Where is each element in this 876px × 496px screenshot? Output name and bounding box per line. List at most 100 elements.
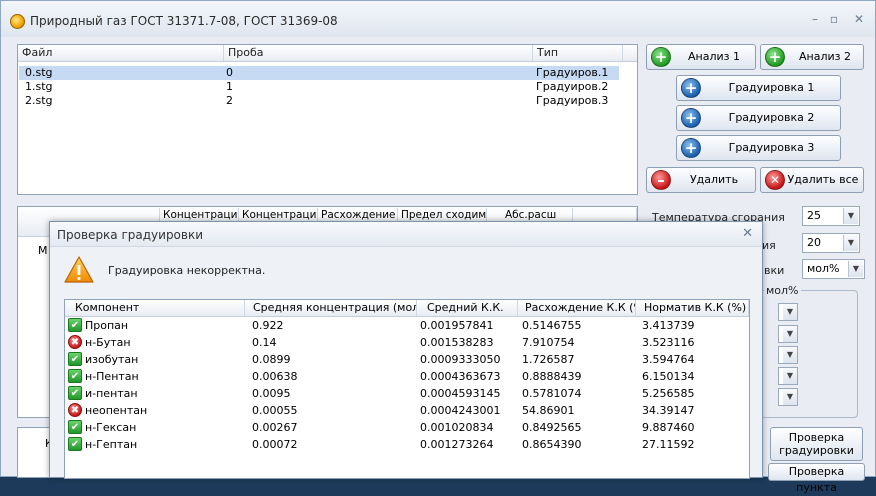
column-header-kk-norm[interactable]: Норматив К.К (%) [636,300,749,316]
delete-all-icon: ✕ [765,170,785,190]
table-row[interactable]: ✖ неопентан 0.00055 0.0004243001 54.86901 34.… [65,402,749,419]
row-fragment: М [38,244,48,257]
cell-diff: 0.8888439 [522,370,582,383]
check-icon: ✔ [68,386,82,400]
cell-conc: 0.00055 [252,404,298,417]
check-calibration-label: Проверка градуировки [779,431,854,457]
dialog-title: Проверка градуировки [57,228,204,242]
file-type: Градуиров.2 [536,80,609,93]
error-icon: ✖ [68,403,82,417]
component-select[interactable]: ▼ [778,346,798,364]
chevron-down-icon[interactable]: ▼ [783,347,797,363]
file-list-header: Файл Проба Тип [18,45,637,62]
composition-group-label: мол% [764,284,801,297]
cell-conc: 0.00638 [252,370,298,383]
plus-icon: + [651,47,671,67]
list-item[interactable]: 1.stg 1 Градуиров.2 [19,80,619,94]
column-header-avg-kk[interactable]: Средний К.К. [417,300,518,316]
table-row[interactable]: ✔ Пропан 0.922 0.001957841 0.5146755 3.413739 [65,317,749,334]
cell-diff: 0.5146755 [522,319,582,332]
chevron-down-icon[interactable]: ▼ [843,208,858,224]
cell-norm: 3.594764 [642,353,695,366]
units-label: вки [764,264,785,277]
title-bar: Природный газ ГОСТ 31371.7-08, ГОСТ 3136… [1,1,875,37]
check-icon: ✔ [68,352,82,366]
check-point-label: Проверка пункта [788,465,845,494]
main-window: Природный газ ГОСТ 31371.7-08, ГОСТ 3136… [0,0,876,494]
chevron-down-icon[interactable]: ▼ [783,304,797,320]
cell-name: и-пентан [85,387,138,400]
sample-number: 0 [226,66,233,79]
combustion-temp-select[interactable]: 25 ▼ [802,206,860,226]
component-select[interactable]: ▼ [778,367,798,385]
analysis-2-label: Анализ 2 [799,50,851,63]
component-select[interactable]: ▼ [778,303,798,321]
column-header-component[interactable]: Компонент [65,300,245,316]
cell-kk: 0.001273264 [420,438,494,451]
column-header [18,208,160,222]
table-row[interactable]: ✔ н-Гептан 0.00072 0.001273264 0.8654390 27.1… [65,436,749,453]
table-row[interactable]: ✖ н-Бутан 0.14 0.001538283 7.910754 3.523116 [65,334,749,351]
cell-name: изобутан [85,353,139,366]
calibration-2-button[interactable]: + Градуировка 2 [676,105,841,131]
file-list[interactable]: Файл Проба Тип 0.stg 0 Градуиров.1 1.stg… [17,44,638,195]
chevron-down-icon[interactable]: ▼ [783,326,797,342]
close-icon[interactable]: ✕ [851,11,867,27]
table-row[interactable]: ✔ и-пентан 0.0095 0.0004593145 0.5781074 5.25… [65,385,749,402]
plus-icon: + [681,78,701,98]
check-point-button[interactable]: Проверка пункта [768,463,865,494]
analysis-1-button[interactable]: + Анализ 1 [646,44,756,70]
cell-conc: 0.0899 [252,353,291,366]
chevron-down-icon[interactable]: ▼ [783,368,797,384]
minus-icon: – [651,170,671,190]
plus-icon: + [681,108,701,128]
second-temp-select[interactable]: 20 ▼ [802,233,860,253]
file-name: 2.stg [25,94,53,107]
maximize-icon[interactable]: ▫ [826,11,842,27]
units-select[interactable]: мол% ▼ [802,259,865,279]
chevron-down-icon[interactable]: ▼ [783,389,797,405]
column-header-type[interactable]: Тип [533,45,623,61]
delete-all-button[interactable]: ✕ Удалить все [760,167,864,193]
delete-button[interactable]: – Удалить [646,167,756,193]
column-header-sample[interactable]: Проба [224,45,533,61]
column-header-kk-diff[interactable]: Расхождение К.К (%) [518,300,636,316]
column-header [573,208,637,222]
column-header: Концентрация [160,208,239,222]
list-item[interactable]: 2.stg 2 Градуиров.3 [19,94,619,108]
cell-kk: 0.001538283 [420,336,494,349]
cell-diff: 1.726587 [522,353,575,366]
chevron-down-icon[interactable]: ▼ [843,235,858,251]
calibration-3-button[interactable]: + Градуировка 3 [676,135,841,161]
table-row[interactable]: ✔ н-Гексан 0.00267 0.001020834 0.8492565 9.88… [65,419,749,436]
cell-diff: 7.910754 [522,336,575,349]
cell-diff: 0.8654390 [522,438,582,451]
units-value: мол% [807,262,840,275]
combustion-temp-value: 25 [807,209,821,222]
component-select[interactable]: ▼ [778,388,798,406]
column-header-file[interactable]: Файл [18,45,224,61]
column-header: Расхождение [318,208,398,222]
calibration-1-button[interactable]: + Градуировка 1 [676,75,841,101]
component-select[interactable]: ▼ [778,325,798,343]
column-header: Абс.расш [487,208,573,222]
cell-name: н-Бутан [85,336,131,349]
cell-name: неопентан [85,404,148,417]
calibration-check-dialog: Проверка градуировки ✕ Градуировка некор… [49,221,763,479]
sample-number: 2 [226,94,233,107]
cell-kk: 0.0009333050 [420,353,501,366]
column-header-avg-concentration[interactable]: Средняя концентрация (мол%) [245,300,417,316]
table-row[interactable]: ✔ изобутан 0.0899 0.0009333050 1.726587 3.594… [65,351,749,368]
calibration-grid[interactable]: Компонент Средняя концентрация (мол%) Ср… [64,299,750,479]
file-name: 0.stg [25,66,53,79]
table-row[interactable]: ✔ н-Пентан 0.00638 0.0004363673 0.8888439 6.1… [65,368,749,385]
cell-norm: 3.413739 [642,319,695,332]
minimize-icon[interactable]: – [807,11,823,27]
file-type: Градуиров.3 [536,94,609,107]
close-icon[interactable]: ✕ [742,226,753,241]
analysis-2-button[interactable]: + Анализ 2 [760,44,864,70]
check-calibration-button[interactable]: Проверка градуировки [770,427,863,461]
chevron-down-icon[interactable]: ▼ [848,261,863,277]
list-item[interactable]: 0.stg 0 Градуиров.1 [19,66,619,80]
column-header: Концентрация [239,208,318,222]
